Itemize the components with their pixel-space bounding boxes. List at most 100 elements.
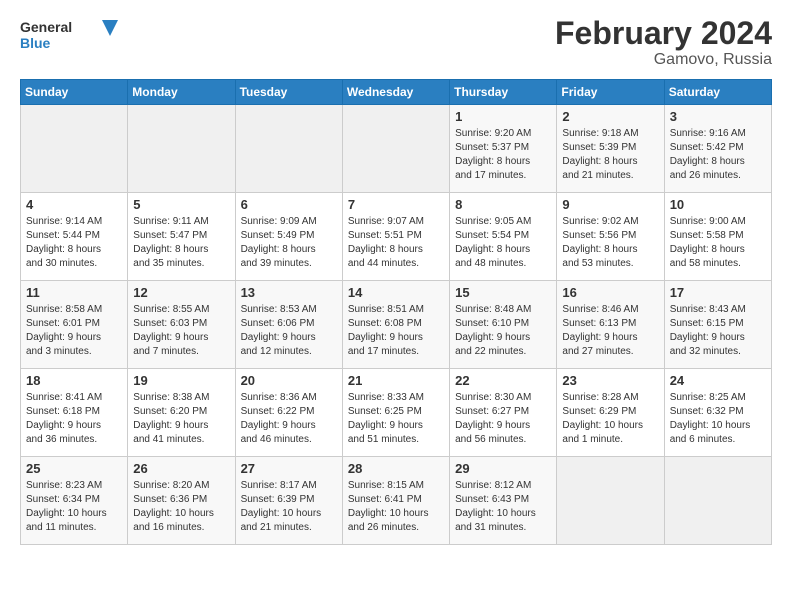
day-number: 2 (562, 109, 658, 124)
day-number: 4 (26, 197, 122, 212)
info-line: Sunrise: 9:02 AM (562, 216, 638, 227)
info-line: Daylight: 8 hours (133, 244, 208, 255)
info-line: Sunrise: 8:23 AM (26, 480, 102, 491)
calendar-cell (21, 105, 128, 193)
calendar-cell: 5Sunrise: 9:11 AMSunset: 5:47 PMDaylight… (128, 193, 235, 281)
info-line: Daylight: 9 hours (348, 332, 423, 343)
day-number: 25 (26, 461, 122, 476)
title-block: February 2024 Gamovo, Russia (555, 16, 772, 69)
day-info: Sunrise: 9:16 AMSunset: 5:42 PMDaylight:… (670, 127, 766, 183)
info-line: Daylight: 9 hours (133, 420, 208, 431)
info-line: Sunrise: 8:20 AM (133, 480, 209, 491)
calendar-cell: 21Sunrise: 8:33 AMSunset: 6:25 PMDayligh… (342, 369, 449, 457)
calendar-cell (235, 105, 342, 193)
info-line: and 46 minutes. (241, 434, 312, 445)
day-number: 3 (670, 109, 766, 124)
info-line: Sunset: 5:58 PM (670, 230, 744, 241)
info-line: Daylight: 8 hours (562, 244, 637, 255)
info-line: Sunset: 6:25 PM (348, 406, 422, 417)
info-line: and 56 minutes. (455, 434, 526, 445)
day-number: 12 (133, 285, 229, 300)
info-line: and 31 minutes. (455, 522, 526, 533)
calendar-cell: 1 Sunrise: 9:20 AMSunset: 5:37 PMDaylight… (450, 105, 557, 193)
day-info: Sunrise: 8:33 AMSunset: 6:25 PMDaylight:… (348, 391, 444, 447)
info-line: and 44 minutes. (348, 258, 419, 269)
calendar-cell: 6Sunrise: 9:09 AMSunset: 5:49 PMDaylight… (235, 193, 342, 281)
day-info: Sunrise: 9:05 AMSunset: 5:54 PMDaylight:… (455, 215, 551, 271)
info-line: Sunset: 6:01 PM (26, 318, 100, 329)
calendar-cell: 14Sunrise: 8:51 AMSunset: 6:08 PMDayligh… (342, 281, 449, 369)
day-number: 23 (562, 373, 658, 388)
day-number: 16 (562, 285, 658, 300)
day-info: Sunrise: 9:11 AM Sunset: 5:47 PM Daylight:… (133, 215, 229, 271)
calendar-cell: 20 Sunrise: 8:36 AMSunset: 6:22 PMDayligh… (235, 369, 342, 457)
info-line: Daylight: 10 hours (670, 420, 751, 431)
info-line: and 48 minutes. (455, 258, 526, 269)
info-line: and 58 minutes. (670, 258, 741, 269)
day-info: Sunrise: 8:15 AMSunset: 6:41 PMDaylight:… (348, 479, 444, 535)
day-number: 20 (241, 373, 337, 388)
day-info: Sunrise: 8:48 AMSunset: 6:10 PMDaylight:… (455, 303, 551, 359)
day-number: 8 (455, 197, 551, 212)
info-line: Sunset: 5:56 PM (562, 230, 636, 241)
day-info: Sunrise: 8:30 AMSunset: 6:27 PMDaylight:… (455, 391, 551, 447)
info-line: Sunrise: 8:51 AM (348, 304, 424, 315)
info-line: Sunrise: 9:18 AM (562, 128, 638, 139)
info-line: and 16 minutes. (133, 522, 204, 533)
day-info: Sunrise: 8:17 AMSunset: 6:39 PMDaylight:… (241, 479, 337, 535)
weekday-header: Sunday (21, 80, 128, 105)
info-line: and 1 minute. (562, 434, 623, 445)
info-line: Sunrise: 9:11 AM (133, 216, 208, 227)
day-number: 9 (562, 197, 658, 212)
info-line: Sunrise: 9:00 AM (670, 216, 746, 227)
info-line: Sunset: 5:47 PM (133, 230, 207, 241)
info-line: and 21 minutes. (241, 522, 312, 533)
info-line: Sunrise: 8:41 AM (26, 392, 102, 403)
info-line: and 7 minutes. (133, 346, 199, 357)
info-line: Daylight: 8 hours (348, 244, 423, 255)
day-info: Sunrise: 8:53 AMSunset: 6:06 PMDaylight:… (241, 303, 337, 359)
calendar-cell: 12Sunrise: 8:55 AMSunset: 6:03 PMDayligh… (128, 281, 235, 369)
calendar-cell: 3 Sunrise: 9:16 AMSunset: 5:42 PMDaylight… (664, 105, 771, 193)
day-info: Sunrise: 9:20 AMSunset: 5:37 PMDaylight:… (455, 127, 551, 183)
info-line: Sunset: 6:08 PM (348, 318, 422, 329)
calendar-cell (128, 105, 235, 193)
day-info: Sunrise: 8:38 AMSunset: 6:20 PMDaylight:… (133, 391, 229, 447)
info-line: Sunrise: 8:38 AM (133, 392, 209, 403)
day-number: 26 (133, 461, 229, 476)
info-line: Sunrise: 8:28 AM (562, 392, 638, 403)
day-number: 1 (455, 109, 551, 124)
info-line: Sunrise: 8:58 AM (26, 304, 102, 315)
info-line: Sunset: 6:43 PM (455, 494, 529, 505)
day-number: 19 (133, 373, 229, 388)
info-line: and 17 minutes. (348, 346, 419, 357)
info-line: Sunset: 6:15 PM (670, 318, 744, 329)
info-line: Daylight: 10 hours (348, 508, 429, 519)
info-line: Daylight: 10 hours (455, 508, 536, 519)
info-line: Sunset: 5:39 PM (562, 142, 636, 153)
calendar-cell: 9 Sunrise: 9:02 AM Sunset: 5:56 PM Daylight… (557, 193, 664, 281)
day-info: Sunrise: 8:46 AMSunset: 6:13 PMDaylight:… (562, 303, 658, 359)
page-header: General Blue February 2024 Gamovo, Russi… (20, 16, 772, 69)
info-line: Sunrise: 8:17 AM (241, 480, 317, 491)
day-info: Sunrise: 8:41 AMSunset: 6:18 PMDaylight:… (26, 391, 122, 447)
info-line: and 30 minutes. (26, 258, 97, 269)
info-line: Sunrise: 9:14 AM (26, 216, 102, 227)
calendar-cell: 24Sunrise: 8:25 AMSunset: 6:32 PMDayligh… (664, 369, 771, 457)
info-line: Daylight: 10 hours (26, 508, 107, 519)
day-info: Sunrise: 8:36 AMSunset: 6:22 PMDaylight:… (241, 391, 337, 447)
calendar-cell: 8 Sunrise: 9:05 AMSunset: 5:54 PMDaylight… (450, 193, 557, 281)
calendar-cell: 29Sunrise: 8:12 AMSunset: 6:43 PMDayligh… (450, 457, 557, 545)
info-line: and 6 minutes. (670, 434, 736, 445)
info-line: Sunrise: 8:12 AM (455, 480, 531, 491)
info-line: Sunset: 5:42 PM (670, 142, 744, 153)
location-title: Gamovo, Russia (555, 51, 772, 69)
calendar-cell: 7Sunrise: 9:07 AMSunset: 5:51 PMDaylight… (342, 193, 449, 281)
calendar-cell: 17Sunrise: 8:43 AMSunset: 6:15 PMDayligh… (664, 281, 771, 369)
calendar-cell: 23Sunrise: 8:28 AMSunset: 6:29 PMDayligh… (557, 369, 664, 457)
day-number: 13 (241, 285, 337, 300)
day-number: 28 (348, 461, 444, 476)
info-line: Sunrise: 9:07 AM (348, 216, 424, 227)
day-number: 10 (670, 197, 766, 212)
info-line: Daylight: 8 hours (455, 156, 530, 167)
